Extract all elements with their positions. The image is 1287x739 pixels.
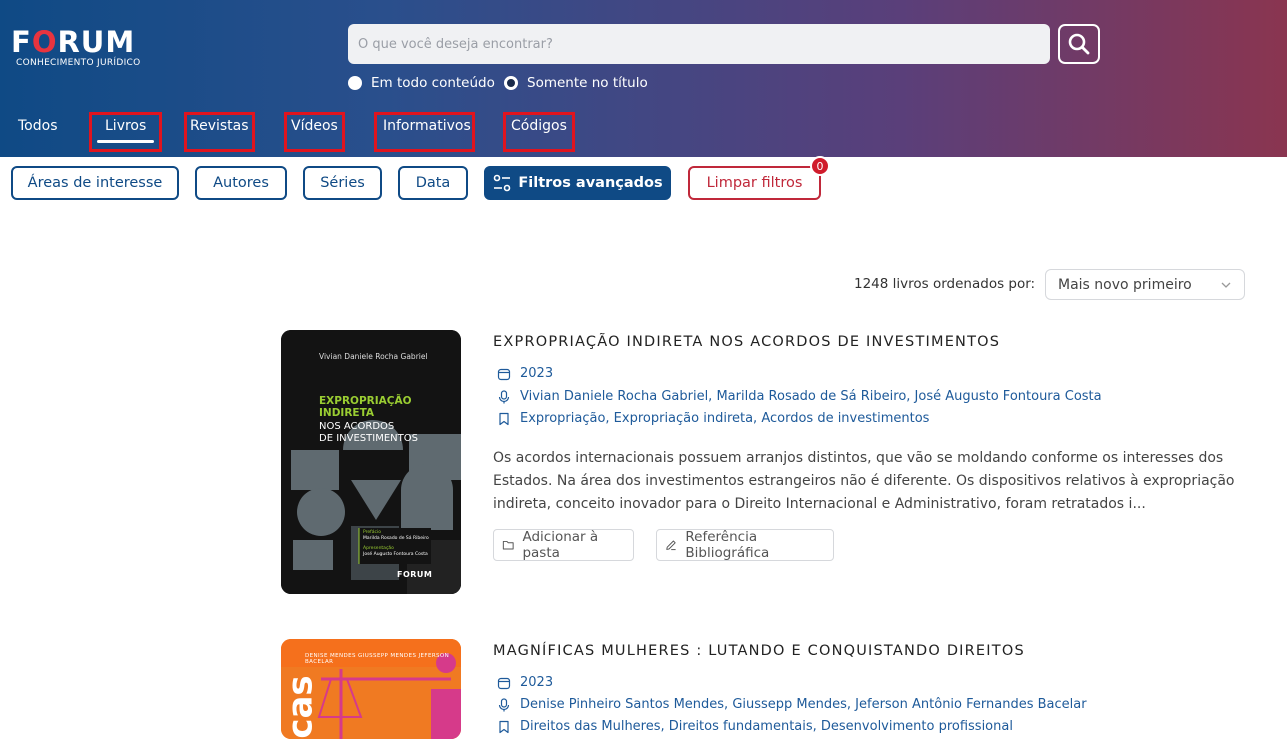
cover-credit-name: José Augusto Fontoura Costa xyxy=(363,552,428,557)
book-authors[interactable]: Vivian Daniele Rocha Gabriel, Marilda Ro… xyxy=(497,389,1102,404)
radio-label: Em todo conteúdo xyxy=(371,75,495,91)
radio-button-checked[interactable] xyxy=(504,76,518,90)
cover-author: Vivian Daniele Rocha Gabriel xyxy=(319,352,428,361)
results-count: 1248 livros ordenados por: xyxy=(854,276,1036,292)
book-year-text: 2023 xyxy=(520,675,554,690)
book-authors-text: Denise Pinheiro Santos Mendes, Giussepp … xyxy=(520,697,1087,712)
logo-wordmark: FORUM xyxy=(11,25,136,59)
filter-sliders-icon xyxy=(494,174,511,192)
cover-title-highlight: EXPROPRIAÇÃO INDIRETA xyxy=(319,395,412,419)
bookmark-icon xyxy=(499,720,509,733)
book-title[interactable]: MAGNÍFICAS MULHERES : LUTANDO E CONQUIST… xyxy=(493,643,1025,659)
calendar-icon xyxy=(497,368,511,380)
book-description: Os acordos internacionais possuem arranj… xyxy=(493,450,1235,512)
sort-select[interactable]: Mais novo primeiro xyxy=(1045,269,1245,300)
radio-all-content[interactable]: Em todo conteúdo xyxy=(348,75,495,91)
book-authors[interactable]: Denise Pinheiro Santos Mendes, Giussepp … xyxy=(497,697,1087,712)
tab-codigos[interactable]: Códigos xyxy=(511,118,567,134)
radio-label: Somente no título xyxy=(527,75,648,91)
filter-areas-button[interactable]: Áreas de interesse xyxy=(11,166,179,200)
book-year-text: 2023 xyxy=(520,366,554,381)
cover-title-line: INDIRETA xyxy=(319,407,375,419)
cover-title-line: DE INVESTIMENTOS xyxy=(319,433,418,444)
cover-title-line: NOS ACORDOS xyxy=(319,421,395,432)
cover-authors: DENISE MENDES GIUSSEPP MENDES JEFERSON B… xyxy=(305,653,450,665)
book-title[interactable]: EXPROPRIAÇÃO INDIRETA NOS ACORDOS DE INV… xyxy=(493,334,1000,350)
logo-subtitle: CONHECIMENTO JURÍDICO xyxy=(16,58,141,68)
search-icon xyxy=(1068,33,1090,55)
radio-title-only[interactable]: Somente no título xyxy=(504,75,648,91)
filter-authors-button[interactable]: Autores xyxy=(195,166,287,200)
clear-filters-badge: 0 xyxy=(810,156,830,176)
book-subjects-text: Expropriação, Expropriação indireta, Aco… xyxy=(520,411,930,426)
tab-informativos[interactable]: Informativos xyxy=(383,118,471,134)
calendar-icon xyxy=(497,677,511,689)
bibliographic-reference-button[interactable]: Referência Bibliográfica xyxy=(656,529,834,561)
cover-credit-name: Marilda Rosado de Sá Ribeiro xyxy=(363,536,429,541)
advanced-filters-button[interactable]: Filtros avançados xyxy=(484,166,671,200)
site-header: FORUM CONHECIMENTO JURÍDICO Em todo cont… xyxy=(0,0,1287,157)
sort-value: Mais novo primeiro xyxy=(1058,276,1192,293)
book-subjects-text: Direitos das Mulheres, Direitos fundamen… xyxy=(520,719,1013,734)
chevron-down-icon xyxy=(1221,282,1231,288)
cover-word: cas xyxy=(281,675,321,739)
tab-livros[interactable]: Livros xyxy=(105,118,146,134)
filter-date-button[interactable]: Data xyxy=(398,166,468,200)
book-subjects[interactable]: Expropriação, Expropriação indireta, Aco… xyxy=(497,411,929,426)
advanced-filters-label: Filtros avançados xyxy=(518,175,663,191)
cover-title-line: EXPROPRIAÇÃO xyxy=(319,395,412,407)
bookmark-icon xyxy=(499,412,509,425)
radio-button[interactable] xyxy=(348,76,362,90)
search-button[interactable] xyxy=(1058,24,1100,64)
book-year[interactable]: 2023 xyxy=(497,366,553,381)
active-tab-indicator xyxy=(97,140,154,143)
cover-title-rest: NOS ACORDOS DE INVESTIMENTOS xyxy=(319,421,418,445)
book-subjects[interactable]: Direitos das Mulheres, Direitos fundamen… xyxy=(497,719,1013,734)
forum-logo[interactable]: FORUM CONHECIMENTO JURÍDICO xyxy=(11,27,141,68)
tab-revistas[interactable]: Revistas xyxy=(190,118,249,134)
book-year[interactable]: 2023 xyxy=(497,675,553,690)
pencil-icon xyxy=(666,540,676,551)
filter-series-button[interactable]: Séries xyxy=(303,166,382,200)
microphone-icon xyxy=(498,697,510,711)
book-cover[interactable]: Vivian Daniele Rocha Gabriel EXPROPRIAÇÃ… xyxy=(281,330,461,594)
tab-videos[interactable]: Vídeos xyxy=(291,118,338,134)
clear-filters-button[interactable]: Limpar filtros xyxy=(688,166,821,200)
cover-credits: Prefácio Marilda Rosado de Sá Ribeiro Ap… xyxy=(363,530,429,558)
book-cover[interactable]: DENISE MENDES GIUSSEPP MENDES JEFERSON B… xyxy=(281,639,461,739)
bibliographic-reference-label: Referência Bibliográfica xyxy=(685,529,770,561)
cover-publisher: FORUM xyxy=(397,570,433,579)
microphone-icon xyxy=(498,389,510,403)
folder-icon xyxy=(502,540,514,550)
book-authors-text: Vivian Daniele Rocha Gabriel, Marilda Ro… xyxy=(520,389,1102,404)
add-to-folder-label: Adicionar à pasta xyxy=(522,529,599,561)
search-input[interactable] xyxy=(348,24,1050,64)
tab-todos[interactable]: Todos xyxy=(18,118,57,134)
add-to-folder-button[interactable]: Adicionar à pasta xyxy=(493,529,634,561)
